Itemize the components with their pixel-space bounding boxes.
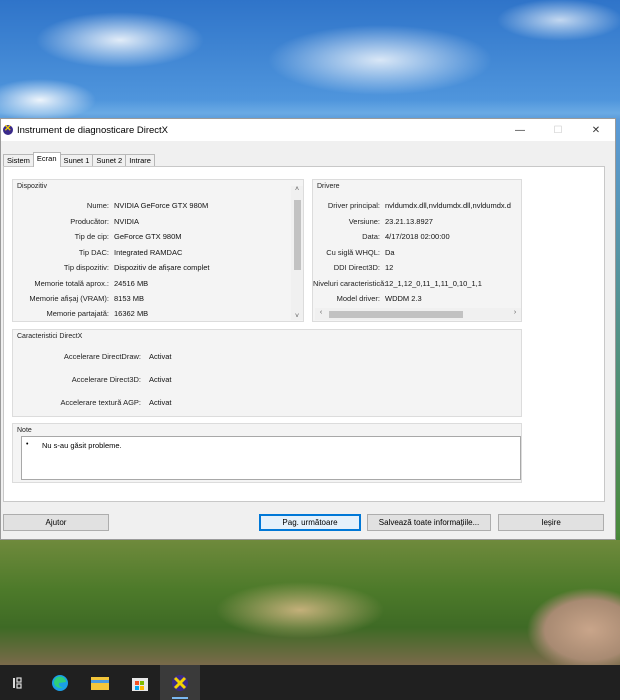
device-vertical-scrollbar[interactable]: ˄ ˅ xyxy=(291,186,303,320)
dxdiag-window: Instrument de diagnosticare DirectX — ☐ … xyxy=(0,118,616,540)
device-value: 24516 MB xyxy=(114,279,149,288)
driver-row: Cu siglă WHQL: Da xyxy=(313,248,395,257)
minimize-button[interactable]: — xyxy=(501,119,539,141)
taskbar xyxy=(0,665,620,700)
scroll-thumb[interactable] xyxy=(329,311,463,318)
driver-label: Niveluri caracteristică: xyxy=(313,279,387,288)
scroll-left-arrow-icon[interactable]: ‹ xyxy=(315,309,327,316)
driver-value: Da xyxy=(385,248,395,257)
driver-value: 12 xyxy=(385,263,394,272)
directx-icon xyxy=(3,123,13,135)
driver-row: Niveluri caracteristică: 12_1,12_0,11_1,… xyxy=(313,279,482,288)
tab-ecran[interactable]: Ecran xyxy=(32,152,61,167)
next-page-button[interactable]: Pag. următoare xyxy=(259,514,361,531)
device-label: Memorie afișaj (VRAM): xyxy=(29,294,109,303)
device-row: Nume: NVIDIA GeForce GTX 980M xyxy=(13,201,208,210)
driver-value: 4/17/2018 02:00:00 xyxy=(385,232,450,241)
feature-label: Accelerare textură AGP: xyxy=(60,398,141,407)
driver-label: Versiune: xyxy=(348,217,380,226)
tab-panel-ecran: Dispozitiv Nume: NVIDIA GeForce GTX 980M… xyxy=(3,166,605,502)
feature-row: Accelerare Direct3D: Activat xyxy=(13,375,172,384)
drivers-group: Drivere Driver principal: nvldumdx.dll,n… xyxy=(312,179,522,322)
device-row: Memorie partajată: 16362 MB xyxy=(13,309,148,318)
device-row: Tip de cip: GeForce GTX 980M xyxy=(13,232,182,241)
feature-label: Accelerare Direct3D: xyxy=(71,375,141,384)
desktop-wallpaper-landscape xyxy=(0,540,620,665)
close-button[interactable]: ✕ xyxy=(577,119,615,141)
task-view-icon[interactable] xyxy=(0,665,40,700)
directx-taskbar-icon[interactable] xyxy=(160,665,200,700)
feature-value: Activat xyxy=(149,352,172,361)
scroll-down-arrow-icon[interactable]: ˅ xyxy=(291,313,303,320)
notes-group: Note • Nu s-au găsit probleme. xyxy=(12,423,522,483)
device-row: Tip DAC: Integrated RAMDAC xyxy=(13,248,183,257)
note-bullet: • xyxy=(26,441,29,448)
driver-row: Versiune: 23.21.13.8927 xyxy=(313,217,433,226)
save-all-information-button[interactable]: Salvează toate informațiile... xyxy=(367,514,491,531)
tab-strip: Sistem Ecran Sunet 1 Sunet 2 Intrare xyxy=(3,152,155,167)
driver-value: 12_1,12_0,11_1,11_0,10_1,1 xyxy=(385,279,482,288)
driver-label: Cu siglă WHQL: xyxy=(326,248,380,257)
device-value: 8153 MB xyxy=(114,294,145,303)
device-label: Producător: xyxy=(70,217,109,226)
device-row: Memorie totală aprox.: 24516 MB xyxy=(13,279,148,288)
device-label: Tip DAC: xyxy=(78,248,109,257)
driver-label: DDI Direct3D: xyxy=(333,263,380,272)
directx-features-group: Caracteristici DirectX Accelerare Direct… xyxy=(12,329,522,417)
driver-row: Data: 4/17/2018 02:00:00 xyxy=(313,232,450,241)
maximize-button[interactable]: ☐ xyxy=(539,119,577,141)
drivers-list: Driver principal: nvldumdx.dll,nvldumdx.… xyxy=(313,180,523,308)
scroll-thumb[interactable] xyxy=(294,200,301,270)
device-row: Memorie afișaj (VRAM): 8153 MB xyxy=(13,294,144,303)
device-row: Producător: NVIDIA xyxy=(13,217,139,226)
device-value: NVIDIA GeForce GTX 980M xyxy=(114,201,209,210)
drivers-horizontal-scrollbar[interactable]: ‹ › xyxy=(315,308,521,320)
device-group: Dispozitiv Nume: NVIDIA GeForce GTX 980M… xyxy=(12,179,304,322)
title-bar[interactable]: Instrument de diagnosticare DirectX — ☐ … xyxy=(1,119,615,141)
driver-value: nvldumdx.dll,nvldumdx.dll,nvldumdx.d xyxy=(385,201,511,210)
scroll-up-arrow-icon[interactable]: ˄ xyxy=(291,186,303,193)
driver-label: Driver principal: xyxy=(327,201,380,210)
feature-value: Activat xyxy=(149,375,172,384)
driver-value: 23.21.13.8927 xyxy=(385,217,433,226)
device-label: Memorie partajată: xyxy=(46,309,109,318)
feature-row: Accelerare DirectDraw: Activat xyxy=(13,352,172,361)
notes-group-title: Note xyxy=(17,427,32,434)
edge-icon[interactable] xyxy=(40,665,80,700)
feature-label: Accelerare DirectDraw: xyxy=(63,352,141,361)
driver-row: DDI Direct3D: 12 xyxy=(313,263,394,272)
feature-value: Activat xyxy=(149,398,172,407)
exit-button[interactable]: Ieșire xyxy=(498,514,604,531)
driver-value: WDDM 2.3 xyxy=(385,294,422,303)
device-label: Nume: xyxy=(86,201,109,210)
device-value: 16362 MB xyxy=(114,309,149,318)
window-controls: — ☐ ✕ xyxy=(501,119,615,141)
device-label: Memorie totală aprox.: xyxy=(34,279,109,288)
device-value: GeForce GTX 980M xyxy=(114,232,182,241)
features-group-title: Caracteristici DirectX xyxy=(17,333,83,340)
device-group-title: Dispozitiv xyxy=(17,183,47,190)
store-icon[interactable] xyxy=(120,665,160,700)
window-title: Instrument de diagnosticare DirectX xyxy=(17,124,169,136)
note-text: Nu s-au găsit probleme. xyxy=(42,441,122,450)
device-label: Tip dispozitiv: xyxy=(63,263,109,272)
feature-row: Accelerare textură AGP: Activat xyxy=(13,398,172,407)
notes-textbox[interactable]: • Nu s-au găsit probleme. xyxy=(21,436,521,480)
device-value: NVIDIA xyxy=(114,217,140,226)
scroll-right-arrow-icon[interactable]: › xyxy=(509,309,521,316)
driver-label: Model driver: xyxy=(336,294,380,303)
file-explorer-icon[interactable] xyxy=(80,665,120,700)
device-value: Dispozitiv de afișare complet xyxy=(114,263,210,272)
help-button[interactable]: Ajutor xyxy=(3,514,109,531)
device-label: Tip de cip: xyxy=(74,232,109,241)
driver-label: Data: xyxy=(362,232,380,241)
device-value: Integrated RAMDAC xyxy=(114,248,183,257)
driver-row: Model driver: WDDM 2.3 xyxy=(313,294,422,303)
device-row: Tip dispozitiv: Dispozitiv de afișare co… xyxy=(13,263,210,272)
driver-row: Driver principal: nvldumdx.dll,nvldumdx.… xyxy=(313,201,511,210)
